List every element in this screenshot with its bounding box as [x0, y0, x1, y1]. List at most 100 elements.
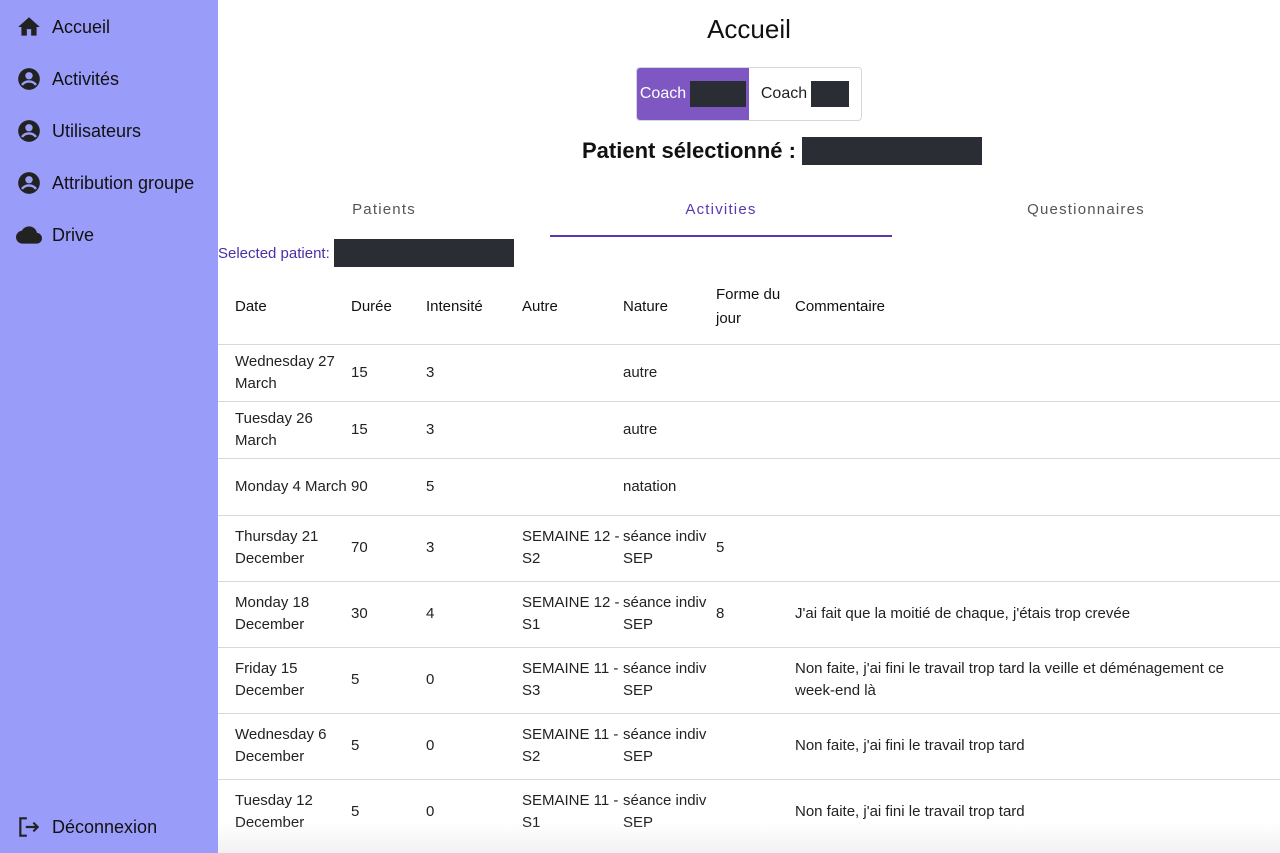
cell-duree: 90	[351, 457, 426, 515]
cell-intensite: 5	[426, 457, 522, 515]
account-circle-icon	[18, 68, 40, 90]
cell-nature: autre	[623, 343, 716, 401]
cell-autre: SEMAINE 11 - S2	[522, 712, 623, 779]
coach-button-2[interactable]: Coach	[749, 68, 861, 120]
cell-duree: 5	[351, 646, 426, 713]
cell-nature: natation	[623, 457, 716, 515]
redacted-name	[690, 81, 747, 107]
cell-autre	[522, 457, 623, 515]
tab-questionnaires[interactable]: Questionnaires	[892, 195, 1280, 235]
activities-table: Date Durée Intensité Autre Nature Forme …	[218, 270, 1280, 845]
cell-duree: 15	[351, 400, 426, 458]
cell-duree: 5	[351, 712, 426, 779]
sidebar-item-label: Utilisateurs	[52, 120, 142, 141]
sidebar-item-label: Drive	[52, 224, 95, 245]
table-row[interactable]: Wednesday 27 March 15 3 autre	[218, 343, 1280, 401]
column-header-nature[interactable]: Nature	[623, 270, 716, 344]
sidebar: Accueil Activités Utilisateurs Attributi…	[0, 0, 218, 853]
tab-patients[interactable]: Patients	[218, 195, 550, 235]
sidebar-item-activites[interactable]: Activités	[16, 64, 119, 94]
sidebar-item-attribution-groupe[interactable]: Attribution groupe	[16, 168, 194, 198]
cloud-icon	[16, 226, 42, 244]
cell-autre	[522, 400, 623, 458]
cell-date: Thursday 21 December	[218, 514, 351, 581]
selected-patient-heading-text: Patient sélectionné :	[582, 138, 796, 163]
table-row[interactable]: Tuesday 12 December 5 0 SEMAINE 11 - S1 …	[218, 778, 1280, 845]
cell-commentaire: Non faite, j'ai fini le travail trop tar…	[795, 712, 1280, 779]
cell-nature: autre	[623, 400, 716, 458]
cell-autre: SEMAINE 11 - S1	[522, 778, 623, 845]
selected-patient-heading: Patient sélectionné :	[582, 136, 982, 166]
logout-icon	[19, 817, 40, 837]
logout-button[interactable]: Déconnexion	[16, 812, 157, 842]
cell-forme-du-jour: 5	[716, 514, 795, 581]
table-row[interactable]: Thursday 21 December 70 3 SEMAINE 12 - S…	[218, 514, 1280, 581]
cell-date: Monday 4 March	[218, 457, 351, 515]
cell-intensite: 4	[426, 580, 522, 647]
selected-patient-line: Selected patient:	[218, 239, 514, 267]
cell-forme-du-jour	[716, 646, 795, 713]
cell-intensite: 3	[426, 343, 522, 401]
column-header-date[interactable]: Date	[218, 270, 351, 344]
sidebar-item-accueil[interactable]: Accueil	[16, 12, 110, 42]
sidebar-item-drive[interactable]: Drive	[16, 220, 94, 250]
main-content: Accueil Coach Coach Patient sélectionné …	[218, 0, 1280, 853]
cell-date: Friday 15 December	[218, 646, 351, 713]
column-header-intensite[interactable]: Intensité	[426, 270, 522, 344]
table-row[interactable]: Wednesday 6 December 5 0 SEMAINE 11 - S2…	[218, 712, 1280, 779]
cell-forme-du-jour	[716, 343, 795, 401]
cell-duree: 30	[351, 580, 426, 647]
cell-forme-du-jour	[716, 778, 795, 845]
cell-commentaire: Non faite, j'ai fini le travail trop tar…	[795, 778, 1280, 845]
cell-commentaire	[795, 343, 1280, 401]
cell-commentaire	[795, 400, 1280, 458]
redacted-name	[811, 81, 850, 107]
cell-duree: 15	[351, 343, 426, 401]
column-header-commentaire[interactable]: Commentaire	[795, 270, 1280, 344]
cell-commentaire: J'ai fait que la moitié de chaque, j'éta…	[795, 580, 1280, 647]
cell-nature: séance indiv SEP	[623, 514, 716, 581]
redacted-patient-name	[333, 239, 514, 267]
cell-nature: séance indiv SEP	[623, 712, 716, 779]
cell-autre: SEMAINE 12 - S2	[522, 514, 623, 581]
cell-commentaire	[795, 514, 1280, 581]
table-row[interactable]: Friday 15 December 5 0 SEMAINE 11 - S3 s…	[218, 646, 1280, 713]
account-circle-icon	[18, 120, 40, 142]
cell-forme-du-jour	[716, 457, 795, 515]
table-header-row: Date Durée Intensité Autre Nature Forme …	[218, 270, 1280, 344]
logout-label: Déconnexion	[52, 816, 158, 837]
table-row[interactable]: Tuesday 26 March 15 3 autre	[218, 400, 1280, 458]
table-row[interactable]: Monday 18 December 30 4 SEMAINE 12 - S1 …	[218, 580, 1280, 647]
cell-forme-du-jour	[716, 400, 795, 458]
coach-toggle-group: Coach Coach	[636, 67, 862, 121]
column-header-forme-du-jour[interactable]: Forme du jour	[716, 270, 795, 344]
account-circle-icon	[18, 172, 40, 194]
tab-activities[interactable]: Activities	[550, 195, 892, 237]
sidebar-item-utilisateurs[interactable]: Utilisateurs	[16, 116, 141, 146]
cell-forme-du-jour	[716, 712, 795, 779]
cell-autre: SEMAINE 12 - S1	[522, 580, 623, 647]
tab-bar: Patients Activities Questionnaires	[218, 195, 1280, 237]
sidebar-item-label: Attribution groupe	[52, 172, 195, 193]
cell-date: Monday 18 December	[218, 580, 351, 647]
cell-date: Tuesday 12 December	[218, 778, 351, 845]
cell-date: Wednesday 27 March	[218, 343, 351, 401]
table-row[interactable]: Monday 4 March 90 5 natation	[218, 457, 1280, 515]
page-title: Accueil	[707, 14, 791, 44]
column-header-duree[interactable]: Durée	[351, 270, 426, 344]
cell-intensite: 3	[426, 400, 522, 458]
cell-intensite: 0	[426, 646, 522, 713]
column-header-autre[interactable]: Autre	[522, 270, 623, 344]
cell-intensite: 0	[426, 712, 522, 779]
cell-duree: 70	[351, 514, 426, 581]
cell-duree: 5	[351, 778, 426, 845]
sidebar-item-label: Accueil	[52, 16, 111, 37]
cell-date: Wednesday 6 December	[218, 712, 351, 779]
cell-nature: séance indiv SEP	[623, 778, 716, 845]
cell-intensite: 0	[426, 778, 522, 845]
cell-commentaire: Non faite, j'ai fini le travail trop tar…	[795, 646, 1280, 713]
cell-date: Tuesday 26 March	[218, 400, 351, 458]
selected-patient-label: Selected patient:	[218, 244, 330, 262]
coach-button-1[interactable]: Coach	[637, 68, 749, 120]
cell-intensite: 3	[426, 514, 522, 581]
